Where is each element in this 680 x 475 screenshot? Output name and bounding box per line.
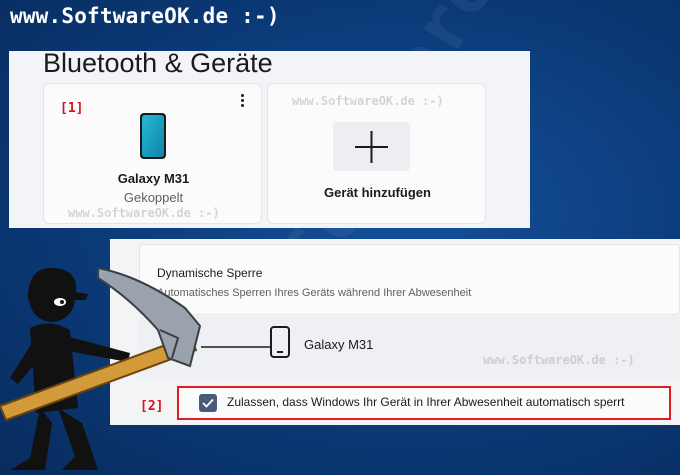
device-status: Gekoppelt [123,190,184,205]
allow-auto-lock-label: Zulassen, dass Windows Ihr Gerät in Ihre… [227,395,625,409]
more-vertical-icon[interactable] [237,94,247,110]
watermark-text: www.SoftwareOK.de :-) [483,353,635,367]
add-device-label: Gerät hinzufügen [324,185,431,200]
device-name: Galaxy M31 [117,171,190,186]
plus-icon [355,131,388,163]
bluetooth-panel: Bluetooth & Geräte [1] Galaxy M31 Gekopp… [9,48,530,228]
add-device-button[interactable] [333,122,410,171]
watermark-text: www.SoftwareOK.de :-) [68,206,220,220]
allow-auto-lock-row[interactable]: Zulassen, dass Windows Ihr Gerät in Ihre… [177,386,671,420]
phone-icon [139,112,167,164]
watermark-text: www.SoftwareOK.de :-) [292,94,444,108]
device-card[interactable]: [1] Galaxy M31 Gekoppelt www.SoftwareOK.… [43,83,262,224]
mascot-figure [0,258,240,475]
phone-outline-icon [270,326,290,362]
annotation-tag-1: [1] [60,101,84,116]
page-title: Bluetooth & Geräte [43,48,273,78]
dynamic-lock-device-name: Galaxy M31 [304,337,374,352]
add-device-card[interactable]: www.SoftwareOK.de :-) Gerät hinzufügen [267,83,486,224]
site-title: www.SoftwareOK.de :-) [10,4,280,28]
